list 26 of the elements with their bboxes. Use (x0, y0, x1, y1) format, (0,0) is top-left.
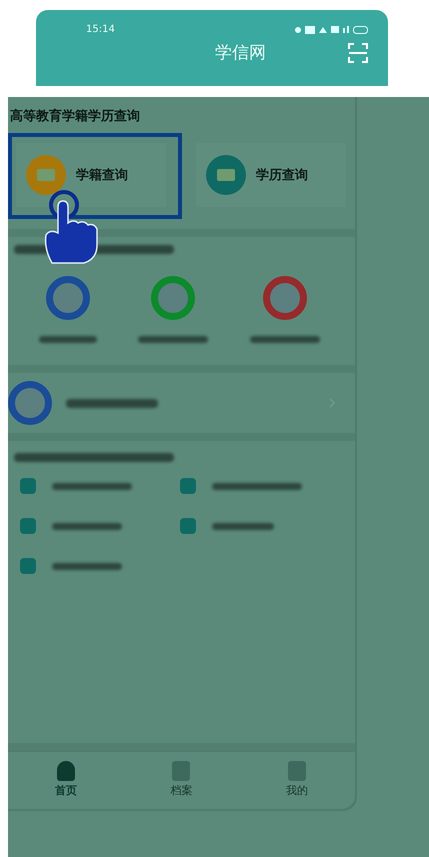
status-time: 15:14 (86, 24, 115, 35)
small-icon[interactable] (20, 478, 36, 494)
small-icon[interactable] (20, 518, 36, 534)
query-tile[interactable]: 学籍查询 (16, 143, 166, 207)
ring-icon[interactable] (263, 276, 308, 320)
small-icon[interactable] (180, 518, 196, 534)
query-tile[interactable]: 学历查询 (196, 143, 346, 207)
battery-icon (353, 26, 368, 34)
ring-icon[interactable] (151, 276, 196, 320)
section-title: 高等教育学籍学历查询 (10, 108, 141, 125)
small-icon[interactable] (20, 558, 36, 574)
blurred-text (138, 336, 208, 343)
scan-icon[interactable] (348, 42, 368, 62)
blurred-text (52, 562, 122, 570)
blurred-text (38, 336, 97, 343)
app-title: 学信网 (215, 42, 266, 64)
blurred-text (250, 336, 320, 343)
link-row[interactable] (8, 373, 355, 433)
nav-tab[interactable]: 档案 (164, 760, 198, 799)
blurred-text (52, 522, 122, 530)
blurred-text (212, 522, 274, 530)
ring-icon[interactable] (46, 276, 90, 320)
signal-icon (343, 26, 349, 33)
nav-tab[interactable]: 首页 (48, 760, 83, 799)
small-icon[interactable] (180, 478, 196, 494)
nav-tab[interactable]: 我的 (280, 760, 314, 799)
